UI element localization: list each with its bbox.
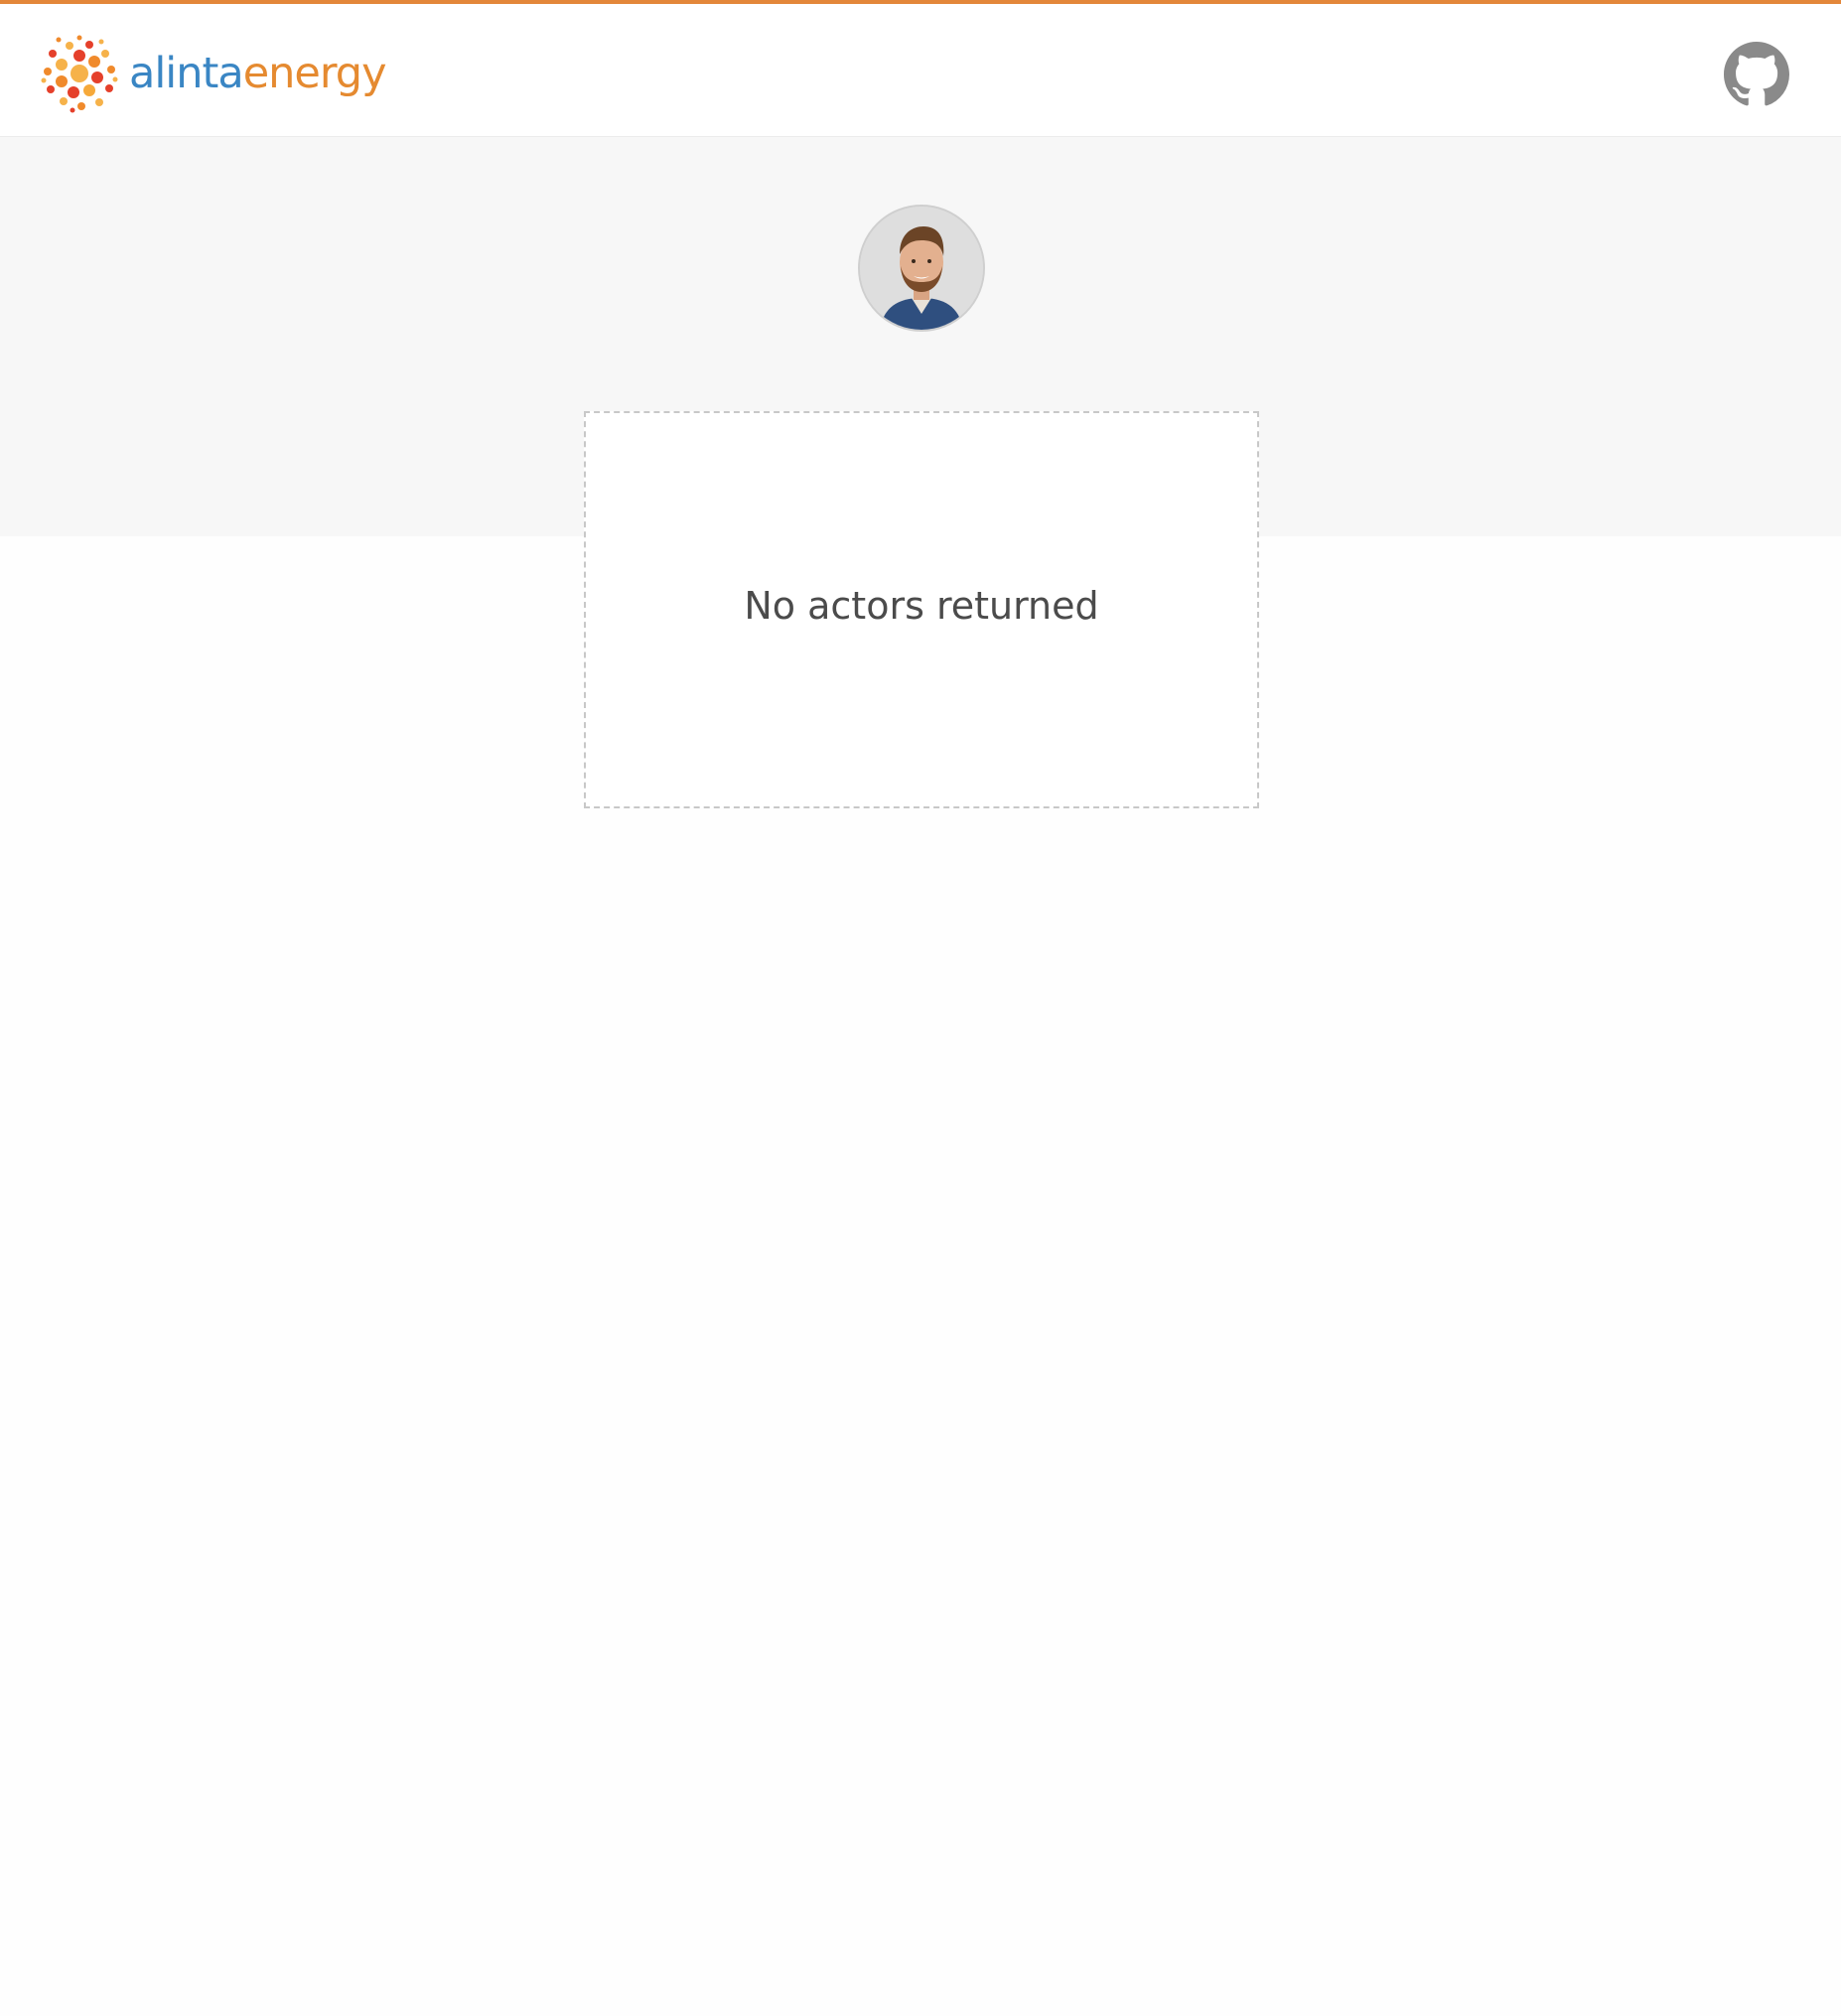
logo-wordmark: alintaenergy bbox=[129, 52, 387, 95]
logo-word-alinta: alinta bbox=[129, 48, 244, 98]
logo-word-energy: energy bbox=[242, 48, 387, 98]
site-header: alintaenergy bbox=[0, 4, 1841, 137]
github-link[interactable] bbox=[1724, 42, 1789, 107]
page: alintaenergy Movie Roles By Actor No act… bbox=[0, 0, 1841, 2016]
alinta-energy-logo[interactable]: alintaenergy bbox=[40, 32, 387, 115]
sunburst-logo-icon bbox=[41, 35, 118, 113]
github-icon bbox=[1724, 42, 1789, 106]
results-panel: No actors returned bbox=[584, 411, 1259, 808]
profile-avatar bbox=[858, 205, 985, 332]
empty-results-message: No actors returned bbox=[744, 584, 1099, 628]
user-avatar-icon bbox=[860, 207, 983, 330]
